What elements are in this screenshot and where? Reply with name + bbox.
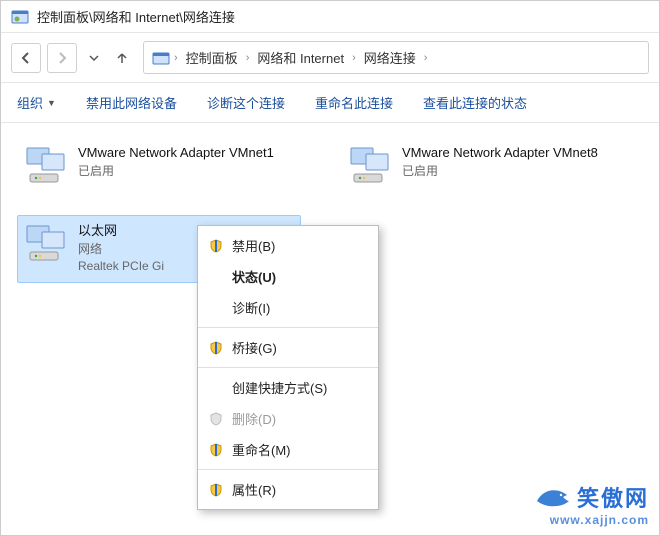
menu-label: 重命名(M) xyxy=(232,440,291,459)
navbar: › 控制面板 › 网络和 Internet › 网络连接 › xyxy=(1,33,659,83)
folder-icon xyxy=(152,49,170,67)
nav-back-button[interactable] xyxy=(11,43,41,73)
shield-icon xyxy=(208,442,224,458)
menu-label: 桥接(G) xyxy=(232,338,277,357)
adapter-meta: VMware Network Adapter VMnet8 已启用 xyxy=(402,144,598,188)
menu-label: 创建快捷方式(S) xyxy=(232,378,327,397)
toolbar-organize-label: 组织 xyxy=(17,93,43,112)
menu-properties[interactable]: 属性(R) xyxy=(198,474,378,505)
menu-disable[interactable]: 禁用(B) xyxy=(198,230,378,261)
adapter-item[interactable]: VMware Network Adapter VMnet8 已启用 xyxy=(341,137,625,195)
toolbar-status[interactable]: 查看此连接的状态 xyxy=(423,93,527,112)
adapter-meta: VMware Network Adapter VMnet1 已启用 xyxy=(78,144,274,188)
blank-icon xyxy=(208,380,224,396)
adapter-status: 已启用 xyxy=(78,163,274,180)
chevron-down-icon: ▼ xyxy=(47,98,56,108)
watermark-url: www.xajjn.com xyxy=(535,513,649,527)
menu-label: 禁用(B) xyxy=(232,236,275,255)
shield-icon xyxy=(208,238,224,254)
control-panel-icon xyxy=(11,8,29,26)
shield-icon xyxy=(208,411,224,427)
shark-icon xyxy=(535,483,571,511)
menu-separator xyxy=(198,469,378,470)
adapter-name: VMware Network Adapter VMnet1 xyxy=(78,144,274,163)
adapter-name: VMware Network Adapter VMnet8 xyxy=(402,144,598,163)
adapter-status: 已启用 xyxy=(402,163,598,180)
adapter-name: 以太网 xyxy=(78,222,164,241)
toolbar-organize[interactable]: 组织 ▼ xyxy=(17,93,56,112)
menu-diagnose[interactable]: 诊断(I) xyxy=(198,292,378,323)
titlebar: 控制面板\网络和 Internet\网络连接 xyxy=(1,1,659,33)
breadcrumb-item[interactable]: 网络和 Internet xyxy=(253,46,348,69)
breadcrumb-item[interactable]: 控制面板 xyxy=(182,46,242,69)
watermark-name: 笑傲网 xyxy=(577,481,649,513)
menu-label: 属性(R) xyxy=(232,480,276,499)
nav-recent-button[interactable] xyxy=(83,44,105,72)
nav-up-button[interactable] xyxy=(111,44,133,72)
menu-delete: 删除(D) xyxy=(198,403,378,434)
shield-icon xyxy=(208,340,224,356)
menu-label: 状态(U) xyxy=(232,267,276,286)
menu-bridge[interactable]: 桥接(G) xyxy=(198,332,378,363)
menu-separator xyxy=(198,367,378,368)
context-menu: 禁用(B) 状态(U) 诊断(I) 桥接(G) 创建快捷方式(S) 删除(D) xyxy=(197,225,379,510)
chevron-right-icon: › xyxy=(352,52,356,64)
toolbar: 组织 ▼ 禁用此网络设备 诊断这个连接 重命名此连接 查看此连接的状态 xyxy=(1,83,659,123)
nav-forward-button[interactable] xyxy=(47,43,77,73)
menu-shortcut[interactable]: 创建快捷方式(S) xyxy=(198,372,378,403)
chevron-right-icon: › xyxy=(424,52,428,64)
toolbar-diagnose[interactable]: 诊断这个连接 xyxy=(207,93,285,112)
toolbar-disable[interactable]: 禁用此网络设备 xyxy=(86,93,177,112)
breadcrumb[interactable]: › 控制面板 › 网络和 Internet › 网络连接 › xyxy=(143,41,649,74)
blank-icon xyxy=(208,269,224,285)
shield-icon xyxy=(208,482,224,498)
menu-label: 诊断(I) xyxy=(232,298,270,317)
blank-icon xyxy=(208,300,224,316)
network-adapter-icon xyxy=(24,222,68,266)
adapter-item[interactable]: VMware Network Adapter VMnet1 已启用 xyxy=(17,137,301,195)
toolbar-rename[interactable]: 重命名此连接 xyxy=(315,93,393,112)
chevron-right-icon: › xyxy=(174,52,178,64)
menu-status[interactable]: 状态(U) xyxy=(198,261,378,292)
breadcrumb-item[interactable]: 网络连接 xyxy=(360,46,420,69)
watermark: 笑傲网 www.xajjn.com xyxy=(535,481,649,527)
adapter-detail: Realtek PCIe Gi xyxy=(78,258,164,275)
adapter-meta: 以太网 网络 Realtek PCIe Gi xyxy=(78,222,164,276)
menu-rename[interactable]: 重命名(M) xyxy=(198,434,378,465)
menu-label: 删除(D) xyxy=(232,409,276,428)
menu-separator xyxy=(198,327,378,328)
chevron-right-icon: › xyxy=(246,52,250,64)
explorer-window: 控制面板\网络和 Internet\网络连接 › 控制面板 › 网络和 Int xyxy=(0,0,660,536)
network-adapter-icon xyxy=(24,144,68,188)
adapter-status: 网络 xyxy=(78,241,164,258)
network-adapter-icon xyxy=(348,144,392,188)
window-title: 控制面板\网络和 Internet\网络连接 xyxy=(37,7,235,26)
